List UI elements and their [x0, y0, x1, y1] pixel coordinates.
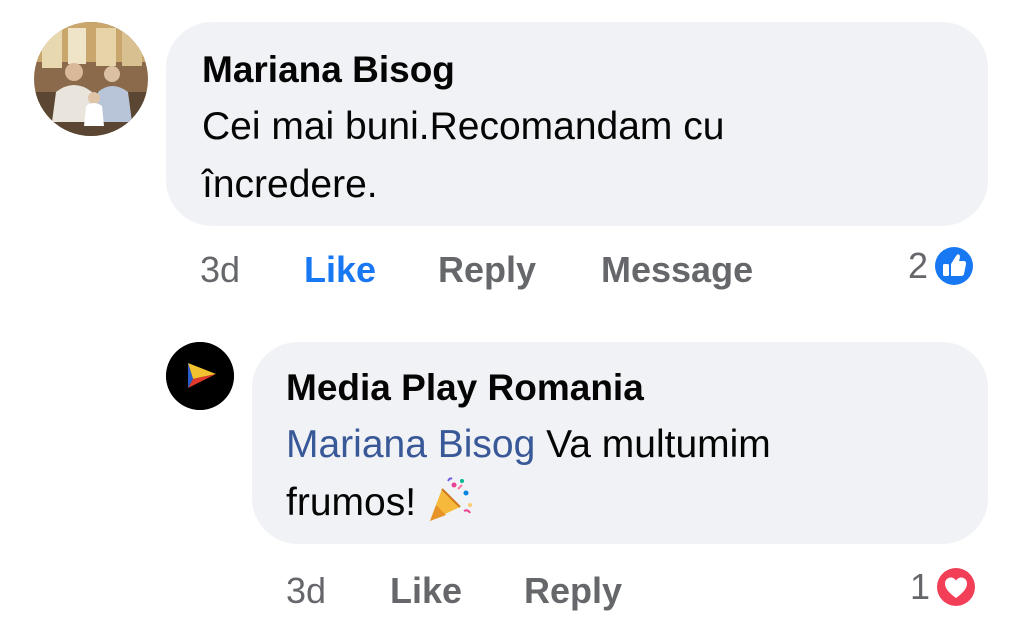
reply-actions: 3d Like Reply — [286, 566, 622, 616]
reaction-count: 2 — [908, 245, 929, 286]
play-logo-icon — [166, 342, 234, 410]
reply-reaction-summary[interactable]: 1 — [910, 565, 978, 609]
mention-link[interactable]: Mariana Bisog — [286, 423, 535, 466]
message-button[interactable]: Message — [601, 249, 753, 291]
comment-actions: 3d Like Reply Message — [200, 245, 753, 295]
comment-timestamp[interactable]: 3d — [200, 249, 304, 291]
love-icon — [934, 565, 978, 609]
comment-thread: Mariana Bisog Cei mai buni.Recomandam cu… — [0, 0, 1024, 643]
reply-text: Mariana Bisog Va multumim frumos! — [286, 416, 906, 532]
reaction-summary[interactable]: 2 — [908, 244, 976, 288]
reply-bubble: Media Play Romania Mariana Bisog Va mult… — [252, 342, 988, 544]
page-avatar[interactable] — [166, 342, 234, 410]
party-popper-icon — [424, 475, 474, 525]
reply-reply-button[interactable]: Reply — [524, 570, 622, 612]
reply-reaction-count: 1 — [910, 566, 931, 607]
comment-text: Cei mai buni.Recomandam cu încredere. — [202, 105, 725, 206]
reply-timestamp[interactable]: 3d — [286, 570, 390, 612]
comment-bubble: Mariana Bisog Cei mai buni.Recomandam cu… — [166, 22, 988, 226]
reply-like-button[interactable]: Like — [390, 570, 524, 612]
comment-author[interactable]: Mariana Bisog — [202, 48, 455, 92]
like-icon — [932, 244, 976, 288]
like-button[interactable]: Like — [304, 249, 438, 291]
reply-button[interactable]: Reply — [438, 249, 601, 291]
avatar[interactable] — [34, 22, 148, 136]
profile-photo — [34, 22, 148, 136]
reply-author[interactable]: Media Play Romania — [286, 366, 644, 410]
